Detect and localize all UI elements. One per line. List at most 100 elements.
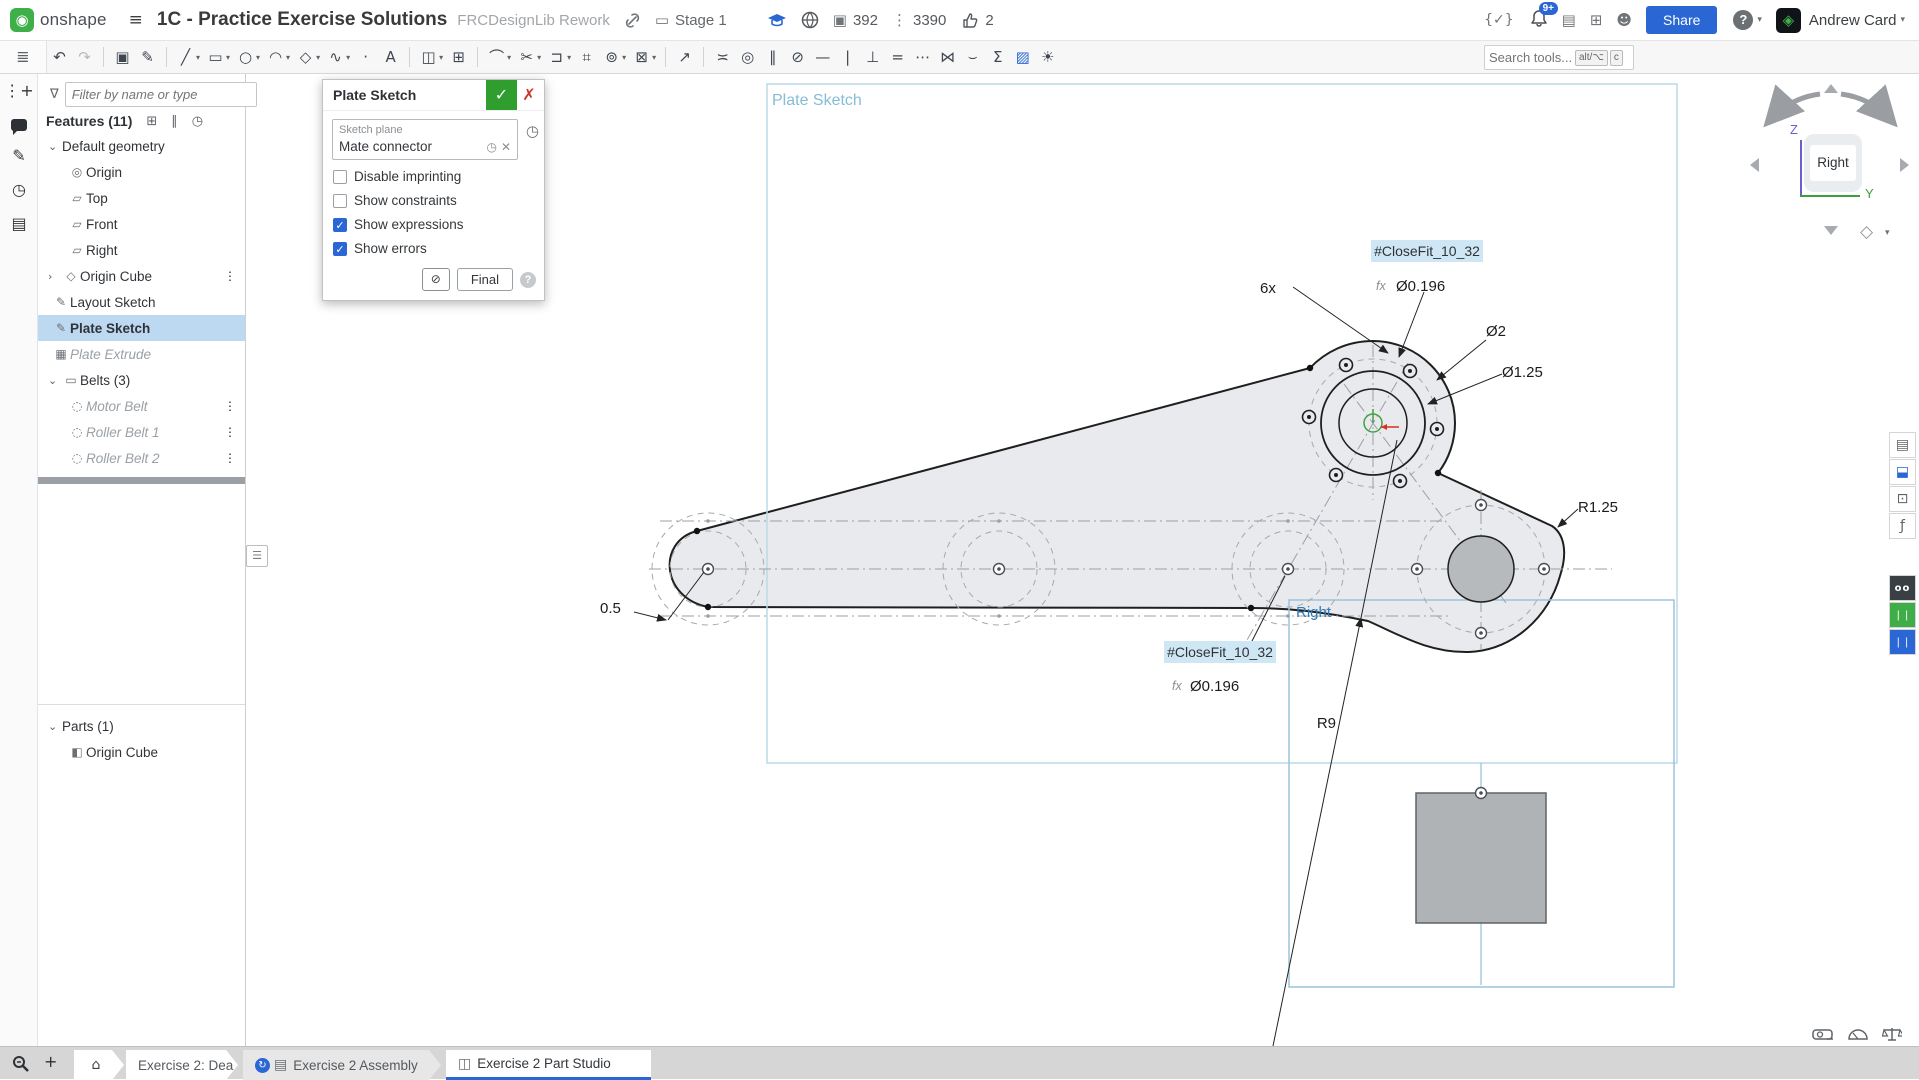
tree-item-right-plane[interactable]: ▱ Right xyxy=(38,237,245,263)
export-dxf-icon[interactable]: ⊠ xyxy=(629,41,654,73)
circle-dropdown-caret[interactable]: ▾ xyxy=(256,53,260,62)
display-states-button[interactable]: ⊡ xyxy=(1889,486,1916,512)
notes-panel-icon[interactable]: ✎ xyxy=(0,139,38,173)
chevron-down-icon[interactable]: ⌄ xyxy=(48,374,62,387)
view-cube-face[interactable]: Right xyxy=(1804,134,1862,192)
notifications-bell-icon[interactable]: 9+ xyxy=(1530,9,1548,32)
help-icon[interactable]: ? xyxy=(1733,10,1753,30)
tree-item-front-plane[interactable]: ▱ Front xyxy=(38,211,245,237)
trim-dropdown-caret[interactable]: ▾ xyxy=(537,53,541,62)
parallel-icon[interactable]: ∥ xyxy=(760,41,785,73)
tree-item-layout-sketch[interactable]: ✎ Layout Sketch xyxy=(38,289,245,315)
tree-item-roller-belt-2[interactable]: ◌ Roller Belt 2 ⋮ xyxy=(38,445,245,471)
fillet-dropdown-caret[interactable]: ▾ xyxy=(507,53,511,62)
show-expressions-checkbox[interactable]: ✓ xyxy=(333,218,347,232)
rectangle-icon[interactable]: ▭ xyxy=(203,41,228,73)
learning-center-icon[interactable] xyxy=(767,12,787,28)
polygon-dropdown-caret[interactable]: ▾ xyxy=(316,53,320,62)
offset-icon[interactable]: ⊐ xyxy=(544,41,569,73)
parts-header-row[interactable]: ⌄ Parts (1) xyxy=(38,713,245,739)
sketch-plane-value[interactable]: Mate connector xyxy=(339,139,482,154)
configurations-button[interactable]: ƒ xyxy=(1889,513,1916,539)
main-menu-icon[interactable]: ≡ xyxy=(129,10,143,30)
appearance-panel-button[interactable]: ▤ xyxy=(1889,432,1916,458)
dimension-d2[interactable]: Ø2 xyxy=(1486,323,1506,340)
tangent-icon[interactable]: ⊘ xyxy=(785,41,810,73)
arc-dropdown-caret[interactable]: ▾ xyxy=(286,53,290,62)
export-dxf-dropdown-caret[interactable]: ▾ xyxy=(652,53,656,62)
dimension-count-label[interactable]: 6x xyxy=(1260,280,1276,297)
panel-resize-handle[interactable]: ☰ xyxy=(246,545,268,567)
final-button[interactable]: Final xyxy=(457,268,513,291)
tree-item-motor-belt[interactable]: ◌ Motor Belt ⋮ xyxy=(38,393,245,419)
rollback-dots-icon[interactable]: ⋮ xyxy=(224,269,235,283)
tree-item-origin-cube-feature[interactable]: › ◇ Origin Cube ⋮ xyxy=(38,263,245,289)
circular-pattern-icon[interactable]: ⊚ xyxy=(599,41,624,73)
comments-panel-icon[interactable] xyxy=(0,119,37,131)
named-views-button[interactable]: ⬓ xyxy=(1889,459,1916,485)
tree-item-origin[interactable]: ◎ Origin xyxy=(38,159,245,185)
new-tab-icon[interactable]: + xyxy=(44,1052,57,1071)
redo-icon[interactable]: ↷ xyxy=(72,41,97,73)
show-constraints-checkbox[interactable] xyxy=(333,194,347,208)
chevron-down-icon[interactable]: ⌄ xyxy=(48,140,62,153)
tree-item-belts-folder[interactable]: ⌄ ▭ Belts (3) xyxy=(38,367,245,393)
circular-pattern-dropdown-caret[interactable]: ▾ xyxy=(622,53,626,62)
curvature-icon[interactable]: ⌣ xyxy=(960,41,985,73)
symmetric-icon[interactable]: ⋈ xyxy=(935,41,960,73)
dimension-d125[interactable]: Ø1.25 xyxy=(1502,364,1543,381)
dimension-half[interactable]: 0.5 xyxy=(600,600,621,617)
tree-item-roller-belt-1[interactable]: ◌ Roller Belt 1 ⋮ xyxy=(38,419,245,445)
rotate-up-arrow[interactable] xyxy=(1824,84,1838,93)
tree-item-top-plane[interactable]: ▱ Top xyxy=(38,185,245,211)
tree-item-plate-extrude[interactable]: ▦ Plate Extrude xyxy=(38,341,245,367)
show-errors-checkbox[interactable]: ✓ xyxy=(333,242,347,256)
share-button[interactable]: Share xyxy=(1646,6,1717,34)
sketch-text-icon[interactable]: A xyxy=(378,41,403,73)
app-store-icon[interactable]: ⊞ xyxy=(1590,11,1603,29)
tree-item-plate-sketch[interactable]: ✎ Plate Sketch xyxy=(38,315,245,341)
sketch-canvas[interactable]: Plate Sketch Right 6x #CloseFit_10_32 fx… xyxy=(0,0,1919,1079)
documentation-button[interactable]: ❘❘ xyxy=(1889,629,1916,655)
tab-exercise-2-dea[interactable]: Exercise 2: Dea xyxy=(126,1050,238,1080)
chevron-down-icon[interactable]: ⌄ xyxy=(48,720,62,733)
show-sketch-only-button[interactable]: ⊘ xyxy=(422,268,450,291)
dimension-r9[interactable]: R9 xyxy=(1317,715,1336,732)
isometric-view-icon[interactable]: ◇ xyxy=(1860,222,1873,242)
like-icon[interactable] xyxy=(962,12,979,29)
variables-panel-icon[interactable]: ⋮+ xyxy=(0,74,38,108)
construction-icon[interactable]: ▨ xyxy=(1010,41,1035,73)
offset-dropdown-caret[interactable]: ▾ xyxy=(567,53,571,62)
versions-icon[interactable]: ⋮ xyxy=(892,11,907,29)
rollback-bar[interactable] xyxy=(38,477,245,484)
origin-cube-section[interactable] xyxy=(1416,793,1546,923)
circle-icon[interactable]: ○ xyxy=(233,41,258,73)
feature-history-icon[interactable]: ◷ xyxy=(526,122,539,140)
spline-icon[interactable]: ∿ xyxy=(323,41,348,73)
tab-exercise-2-part-studio[interactable]: ◫ Exercise 2 Part Studio xyxy=(446,1050,651,1080)
chevron-right-icon[interactable]: › xyxy=(48,270,62,283)
tool-search-input[interactable] xyxy=(1489,50,1573,65)
tape-measure-icon[interactable] xyxy=(1812,1026,1834,1042)
robot-extension-button[interactable]: oo xyxy=(1889,575,1916,601)
link-icon[interactable] xyxy=(624,12,641,29)
copies-icon[interactable]: ▣ xyxy=(833,11,847,29)
cancel-button[interactable]: ✗ xyxy=(519,84,539,106)
show-constraints-toggle-icon[interactable]: ☀ xyxy=(1035,41,1060,73)
plate-sketch-profile[interactable] xyxy=(670,341,1565,652)
home-tab[interactable]: ⌂ xyxy=(74,1050,124,1080)
midpoint-icon[interactable]: ⋯ xyxy=(910,41,935,73)
mass-properties-icon[interactable] xyxy=(1882,1026,1902,1042)
feature-filter-input[interactable] xyxy=(65,82,257,107)
onshape-logo-icon[interactable]: ◉ xyxy=(10,8,34,32)
polygon-icon[interactable]: ◇ xyxy=(293,41,318,73)
undo-icon[interactable]: ↶ xyxy=(47,41,72,73)
tree-item-default-geometry[interactable]: ⌄ Default geometry xyxy=(38,133,245,159)
coincident-icon[interactable]: ≍ xyxy=(710,41,735,73)
point-icon[interactable]: · xyxy=(353,41,378,73)
tab-exercise-2-assembly[interactable]: ↻ ▤ Exercise 2 Assembly xyxy=(243,1050,441,1080)
horizontal-icon[interactable]: — xyxy=(810,41,835,73)
confirm-button[interactable]: ✓ xyxy=(486,80,517,110)
features-panel-toggle[interactable]: ≣ xyxy=(0,41,47,73)
folder-name[interactable]: Stage 1 xyxy=(675,12,727,29)
